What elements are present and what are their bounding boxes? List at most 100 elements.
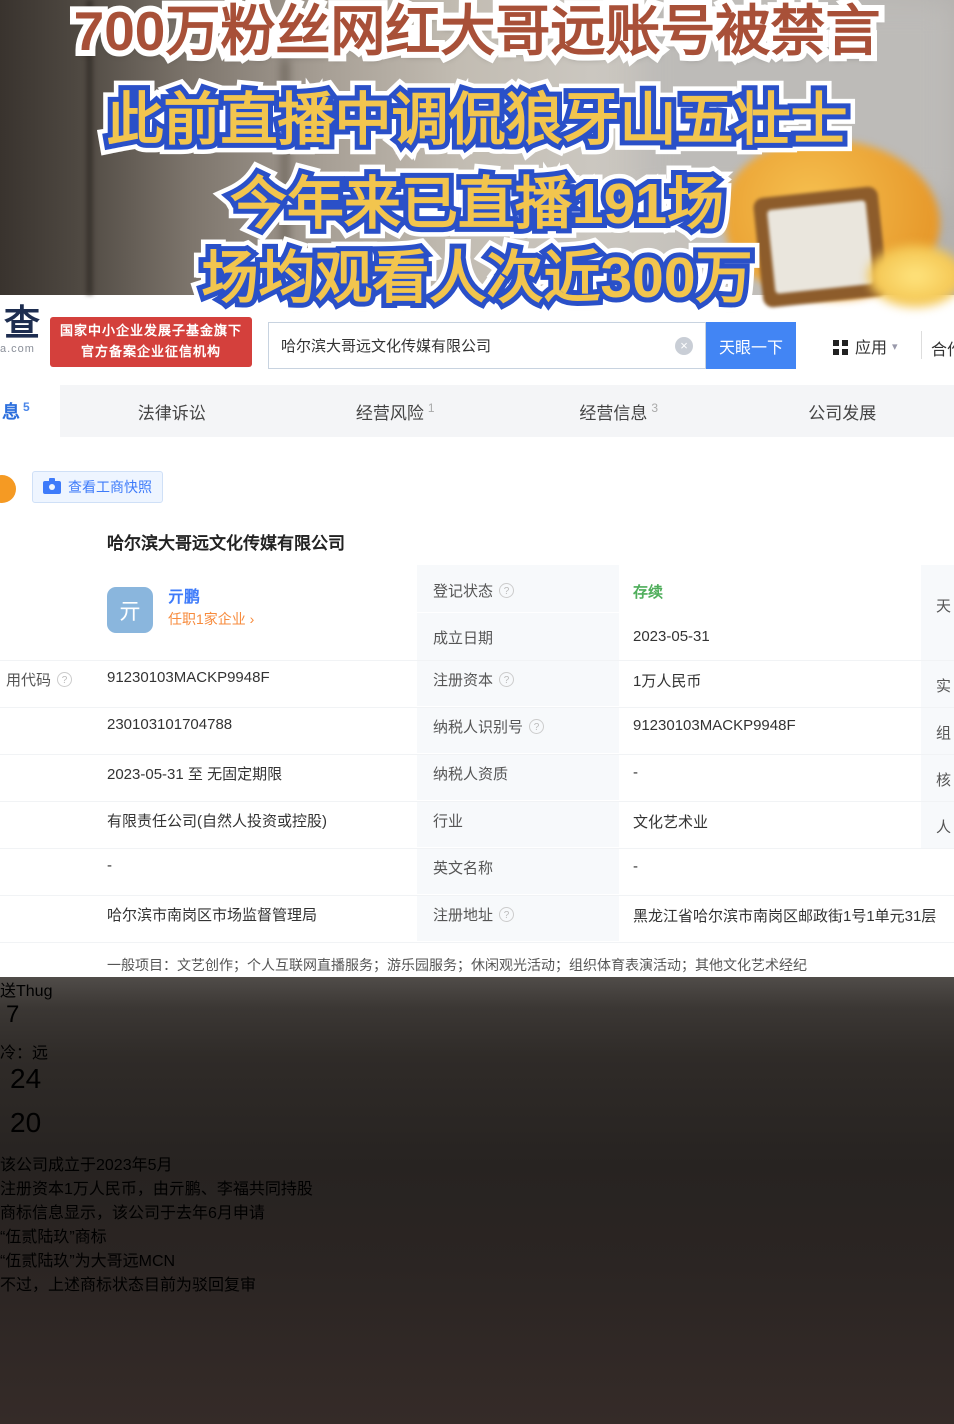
positions-link[interactable]: 任职1家企业 › <box>168 609 254 629</box>
field-label-taxpayer-id: 纳税人识别号 ? <box>433 716 544 737</box>
certification-badge: 国家中小企业发展子基金旗下 官方备案企业征信机构 <box>50 317 252 367</box>
row-separator <box>0 801 954 802</box>
bottom-video-background: 送Thug 7 冷：远 24 20 该公司成立于2023年5月 注册资本1万人民… <box>0 977 954 1424</box>
shareholder-name-link[interactable]: 亓鹏 <box>168 583 200 607</box>
chat-message-row: 7 冷：远 <box>0 1001 954 1063</box>
row-separator <box>0 707 954 708</box>
cert-badge-line2: 官方备案企业征信机构 <box>81 342 221 363</box>
headline-viewers: 场均观看人次近300万 <box>0 248 954 310</box>
registration-number-value: 230103101704788 <box>107 716 232 733</box>
tab-operating-info[interactable]: 经营信息 3 <box>507 385 731 437</box>
tianyancha-domain: a.com <box>0 343 35 355</box>
row-separator <box>0 754 954 755</box>
tab-company-development[interactable]: 公司发展 <box>731 385 954 437</box>
row-separator <box>0 942 954 943</box>
tab-base-info-count: 5 <box>23 400 30 414</box>
right-partial-label: 实 <box>936 675 951 696</box>
english-name-label-text: 英文名称 <box>433 857 493 878</box>
taxpayer-quality-label-text: 纳税人资质 <box>433 763 508 784</box>
credit-code-label-text: 用代码 <box>6 669 51 690</box>
industry-value: 文化艺术业 <box>633 811 708 832</box>
apps-grid-icon <box>833 340 839 346</box>
registered-address-value: 黑龙江省哈尔滨市南岗区邮政街1号1单元31层 <box>633 905 936 926</box>
level-badge-value: 20 <box>10 1107 41 1138</box>
info-icon[interactable]: ? <box>57 672 72 687</box>
business-snapshot-label: 查看工商快照 <box>68 477 152 497</box>
level-badge: 7 <box>0 1001 954 1039</box>
info-icon[interactable]: ? <box>499 583 514 598</box>
field-label-founded: 成立日期 <box>433 627 493 648</box>
tab-base-info-label: 息 <box>2 398 20 424</box>
founded-label-text: 成立日期 <box>433 627 493 648</box>
field-label-english-name: 英文名称 <box>433 857 493 878</box>
chevron-down-icon: ▾ <box>892 340 898 353</box>
tab-legal[interactable]: 法律诉讼 <box>60 385 284 437</box>
company-name: 哈尔滨大哥远文化传媒有限公司 <box>107 529 345 554</box>
field-label-industry: 行业 <box>433 810 463 831</box>
empty-left-value: - <box>107 857 112 874</box>
search-box: × <box>268 322 706 369</box>
registered-capital-label-text: 注册资本 <box>433 669 493 690</box>
clear-icon[interactable]: × <box>675 337 693 355</box>
taxpayer-quality-value: - <box>633 764 638 781</box>
tab-risk-label: 经营风险 <box>356 399 424 424</box>
video-frame: 700万粉丝网红大哥远账号被禁言 此前直播中调侃狼牙山五壮士 今年来已直播191… <box>0 0 954 1424</box>
headline-stream-count: 今年来已直播191场 <box>0 174 954 236</box>
business-scope: 一般项目：文艺创作；个人互联网直播服务；游乐园服务；休闲观光活动；组织体育表演活… <box>107 955 807 975</box>
taxpayer-id-value: 91230103MACKP9948F <box>633 717 796 734</box>
caption-trademark-applied: 商标信息显示，该公司于去年6月申请 <box>0 1199 954 1223</box>
headline-banned: 700万粉丝网红大哥远账号被禁言 <box>0 2 954 61</box>
business-snapshot-button[interactable]: 查看工商快照 <box>32 471 163 503</box>
avatar[interactable]: 亓 <box>107 587 153 633</box>
status-label-text: 登记状态 <box>433 580 493 601</box>
info-icon[interactable]: ? <box>529 719 544 734</box>
taxpayer-id-label-text: 纳税人识别号 <box>433 716 523 737</box>
field-label-registered-capital: 注册资本 ? <box>433 669 514 690</box>
notice-icon <box>0 475 16 503</box>
level-badge: 24 <box>0 1063 954 1107</box>
right-partial-label: 组 <box>936 722 951 743</box>
field-label-credit-code-partial: 用代码 ? <box>6 669 72 690</box>
tianyancha-panel: 查 a.com 国家中小企业发展子基金旗下 官方备案企业征信机构 × 天眼一下 … <box>0 295 954 977</box>
right-partial-label: 天 <box>936 595 951 616</box>
right-partial-label: 人 <box>936 816 951 837</box>
row-separator <box>0 660 954 661</box>
row-separator <box>0 895 954 896</box>
nav-divider <box>921 331 922 359</box>
chat-message-row: 24 <box>0 1063 954 1107</box>
field-value-founded: 2023-05-31 <box>633 628 710 645</box>
tab-legal-label: 法律诉讼 <box>138 399 206 424</box>
caption-founded: 该公司成立于2023年5月 <box>0 1151 954 1175</box>
company-type-value: 有限责任公司(自然人投资或控股) <box>107 810 327 831</box>
info-icon[interactable]: ? <box>499 907 514 922</box>
tab-risk[interactable]: 经营风险 1 <box>284 385 508 437</box>
tab-risk-count: 1 <box>428 401 435 415</box>
english-name-value: - <box>633 858 638 875</box>
registered-capital-value: 1万人民币 <box>633 670 701 691</box>
field-value-status: 存续 <box>633 581 663 602</box>
caption-mcn: “伍贰陆玖”为大哥远MCN <box>0 1247 954 1271</box>
registered-address-label-text: 注册地址 <box>433 904 493 925</box>
caption-rejected-review: 不过，上述商标状态目前为驳回复审 <box>0 1271 954 1295</box>
nav-cooperate[interactable]: 合作 <box>931 336 954 360</box>
camera-icon <box>43 481 61 494</box>
search-button[interactable]: 天眼一下 <box>706 322 796 369</box>
nav-apps[interactable]: 应用 ▾ <box>833 334 898 358</box>
caption-trademark-name: “伍贰陆玖”商标 <box>0 1223 954 1247</box>
level-badge: 20 <box>0 1107 954 1151</box>
tab-company-development-label: 公司发展 <box>808 399 876 424</box>
tab-operating-info-count: 3 <box>651 401 658 415</box>
search-input[interactable] <box>269 337 675 354</box>
row-separator <box>0 848 954 849</box>
tab-base-info[interactable]: 息 5 <box>0 385 60 437</box>
level-badge-value: 24 <box>10 1063 41 1094</box>
caption-capital-shareholders: 注册资本1万人民币，由亓鹏、李福共同持股 <box>0 1175 954 1199</box>
tianyancha-logo[interactable]: 查 <box>4 305 40 341</box>
chat-message-row: 20 <box>0 1107 954 1151</box>
level-badge-value: 7 <box>6 1001 19 1028</box>
headline-mocking: 此前直播中调侃狼牙山五壮士 <box>0 90 954 152</box>
info-icon[interactable]: ? <box>499 672 514 687</box>
field-label-status: 登记状态 ? <box>433 580 514 601</box>
tab-bar: 息 5 法律诉讼 经营风险 1 经营信息 3 公司发展 <box>0 385 954 437</box>
field-label-taxpayer-quality: 纳税人资质 <box>433 763 508 784</box>
